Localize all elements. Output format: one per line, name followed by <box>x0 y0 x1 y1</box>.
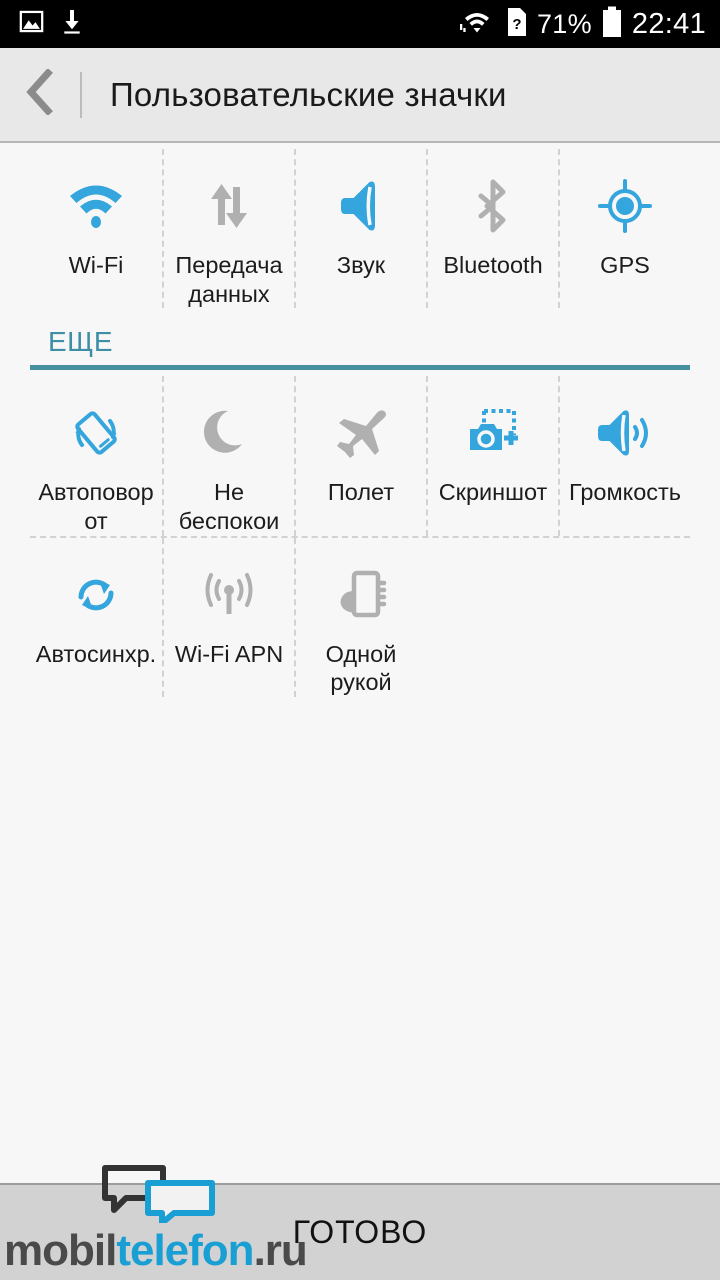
battery-percent-label: 71% <box>536 8 592 39</box>
one-hand-icon <box>335 564 387 626</box>
do-not-disturb-icon <box>204 402 254 464</box>
content-area: Wi-Fi Передача данных Звук Bluetooth GPS… <box>0 143 720 697</box>
wifi-icon <box>67 175 125 237</box>
icon-cell-gps[interactable]: GPS <box>558 149 690 309</box>
icon-cell-label: Полет <box>327 479 395 506</box>
section-more-label: ЕЩЕ <box>48 326 114 358</box>
done-button[interactable]: ГОТОВО <box>293 1214 428 1251</box>
status-bar-left-icons <box>18 8 83 40</box>
sim-question-icon: ? <box>506 7 528 42</box>
back-button[interactable] <box>0 47 80 142</box>
icon-cell-label: Звук <box>336 252 386 278</box>
icon-cell-wifi-apn[interactable]: Wi-Fi APN <box>162 537 294 697</box>
download-icon <box>61 8 83 40</box>
icon-cell-label: Передача данных <box>175 252 283 307</box>
svg-text:?: ? <box>512 16 521 33</box>
auto-rotate-icon <box>68 402 124 464</box>
auto-sync-icon <box>68 564 124 626</box>
icon-cell-screenshot[interactable]: Скриншот <box>426 376 558 536</box>
wifi-apn-icon <box>201 564 257 626</box>
icon-cell-label: Не беспокои <box>178 479 280 534</box>
grid-row: Автоповорот Не беспокои Полет Скриншот Г… <box>30 376 690 536</box>
status-bar-right-icons: ? 71% 22:41 <box>457 6 706 43</box>
icon-grid-more: Автоповорот Не беспокои Полет Скриншот Г… <box>0 370 720 697</box>
image-icon <box>18 8 45 40</box>
clock-label: 22:41 <box>631 7 706 40</box>
icon-cell-bluetooth[interactable]: Bluetooth <box>426 149 558 309</box>
icon-cell-volume[interactable]: Громкость <box>558 376 690 536</box>
icon-cell-label: Автосинхр. <box>35 640 157 667</box>
icon-cell-label: Bluetooth <box>443 252 543 278</box>
back-chevron-icon <box>23 68 57 120</box>
icon-cell-one-hand[interactable]: Одной рукой <box>294 537 426 697</box>
header-divider <box>80 71 82 118</box>
battery-icon <box>601 6 623 43</box>
status-bar: ? 71% 22:41 <box>0 0 720 48</box>
icon-cell-airplane[interactable]: Полет <box>294 376 426 536</box>
grid-row: Автосинхр. Wi-Fi APN Одной рукой <box>30 537 690 697</box>
icon-cell-label: Wi-Fi <box>68 252 124 278</box>
screenshot-icon <box>464 402 522 464</box>
icon-cell-data-transfer[interactable]: Передача данных <box>162 149 294 309</box>
icon-cell-label: Одной рукой <box>325 640 397 696</box>
section-more-header: ЕЩЕ <box>0 326 720 371</box>
app-header: Пользовательские значки <box>0 48 720 143</box>
data-transfer-icon <box>202 175 256 237</box>
icon-cell-label: Громкость <box>568 479 682 506</box>
gps-icon <box>598 175 652 237</box>
icon-grid-top: Wi-Fi Передача данных Звук Bluetooth GPS <box>0 143 720 309</box>
airplane-icon <box>332 402 390 464</box>
bottom-action-bar: ГОТОВО <box>0 1183 720 1280</box>
volume-icon <box>596 402 654 464</box>
icon-cell-sound[interactable]: Звук <box>294 149 426 309</box>
page-title: Пользовательские значки <box>110 75 507 113</box>
icon-cell-label: GPS <box>600 252 650 278</box>
icon-cell-auto-rotate[interactable]: Автоповорот <box>30 376 162 535</box>
grid-row: Wi-Fi Передача данных Звук Bluetooth GPS <box>30 149 690 309</box>
icon-cell-label: Wi-Fi APN <box>174 640 284 667</box>
icon-cell-do-not-disturb[interactable]: Не беспокои <box>162 376 294 536</box>
icon-cell-wifi[interactable]: Wi-Fi <box>30 149 162 308</box>
icon-cell-auto-sync[interactable]: Автосинхр. <box>30 538 162 697</box>
sound-icon <box>337 175 385 237</box>
wifi-data-icon <box>457 7 497 42</box>
icon-cell-label: Автоповорот <box>38 479 154 534</box>
bluetooth-icon <box>473 175 513 237</box>
icon-cell-label: Скриншот <box>438 479 548 506</box>
